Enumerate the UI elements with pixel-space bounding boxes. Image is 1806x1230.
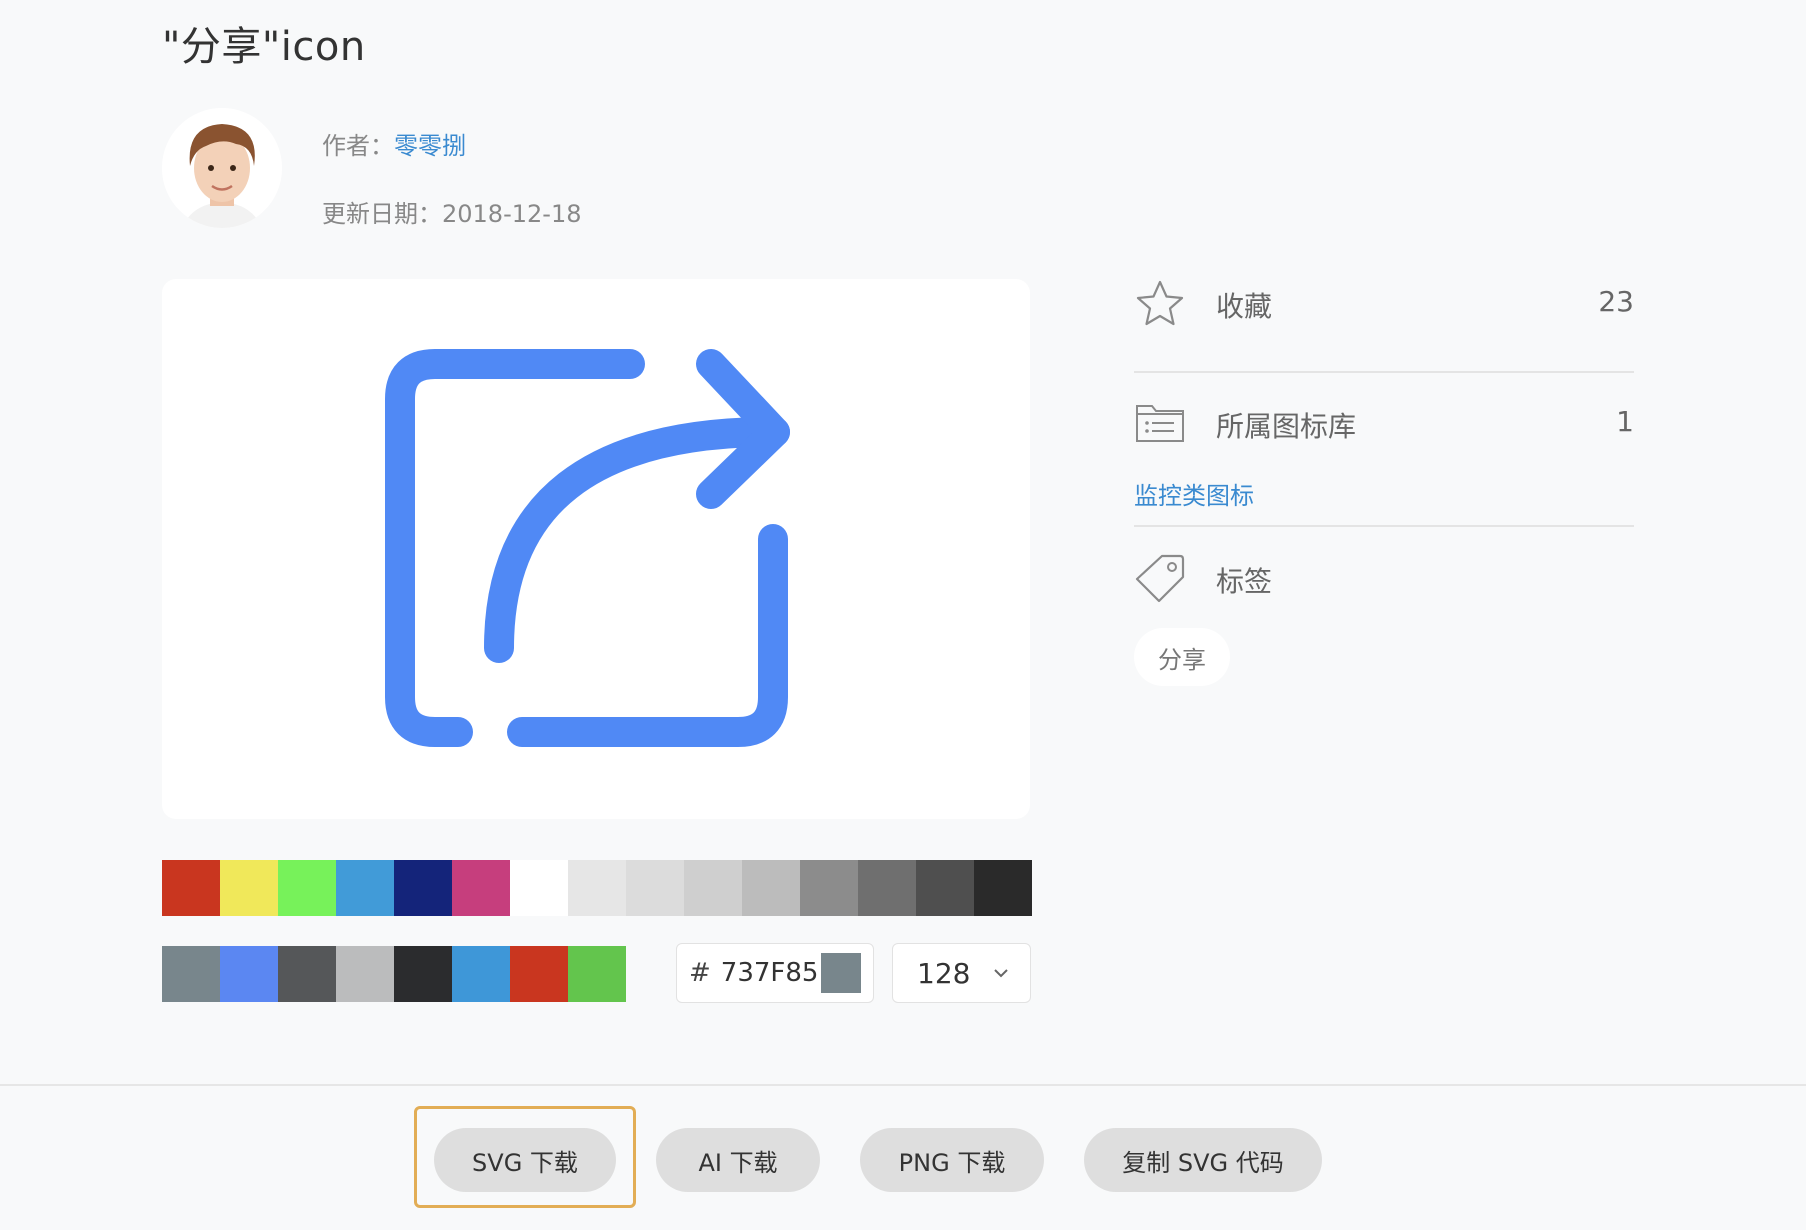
folder-list-icon bbox=[1134, 398, 1186, 446]
author-link[interactable]: 零零捌 bbox=[394, 132, 466, 160]
color-swatch[interactable] bbox=[800, 860, 858, 916]
library-label: 所属图标库 bbox=[1216, 410, 1357, 443]
color-hex-input[interactable]: # 737F85 bbox=[676, 943, 874, 1003]
avatar-image bbox=[162, 108, 282, 228]
size-value: 128 bbox=[917, 956, 971, 990]
favorite-count: 23 bbox=[1598, 285, 1634, 318]
color-swatch[interactable] bbox=[220, 946, 278, 1002]
color-swatch[interactable] bbox=[162, 946, 220, 1002]
color-swatch[interactable] bbox=[452, 860, 510, 916]
updated-date: 2018-12-18 bbox=[442, 200, 582, 228]
ai-download-button[interactable]: AI 下载 bbox=[656, 1128, 820, 1192]
color-swatch[interactable] bbox=[278, 860, 336, 916]
share-icon bbox=[385, 349, 790, 747]
tags-label: 标签 bbox=[1216, 565, 1273, 598]
library-count: 1 bbox=[1616, 405, 1634, 438]
color-swatch[interactable] bbox=[394, 860, 452, 916]
author-avatar[interactable] bbox=[162, 108, 282, 228]
tag-chip[interactable]: 分享 bbox=[1134, 628, 1230, 686]
color-swatch[interactable] bbox=[568, 860, 626, 916]
color-swatch[interactable] bbox=[974, 860, 1032, 916]
color-swatch[interactable] bbox=[568, 946, 626, 1002]
color-swatch[interactable] bbox=[220, 860, 278, 916]
copy-svg-code-button[interactable]: 复制 SVG 代码 bbox=[1084, 1128, 1322, 1192]
star-icon[interactable] bbox=[1134, 278, 1186, 330]
icon-preview bbox=[162, 279, 1030, 819]
divider bbox=[0, 1084, 1806, 1086]
color-swatch[interactable] bbox=[684, 860, 742, 916]
size-select[interactable]: 128 bbox=[892, 943, 1031, 1003]
divider bbox=[1134, 371, 1634, 373]
color-swatch[interactable] bbox=[858, 860, 916, 916]
color-swatch[interactable] bbox=[336, 860, 394, 916]
hex-value[interactable]: 737F85 bbox=[721, 958, 819, 988]
favorite-label[interactable]: 收藏 bbox=[1216, 285, 1272, 325]
page-title: "分享"icon bbox=[162, 24, 366, 70]
color-swatch[interactable] bbox=[394, 946, 452, 1002]
color-swatch[interactable] bbox=[510, 860, 568, 916]
color-preview-chip[interactable] bbox=[821, 953, 861, 993]
color-swatch[interactable] bbox=[626, 860, 684, 916]
color-palette-recent bbox=[162, 946, 626, 1002]
color-palette-primary bbox=[162, 860, 1032, 916]
color-swatch[interactable] bbox=[162, 860, 220, 916]
color-swatch[interactable] bbox=[452, 946, 510, 1002]
png-download-button[interactable]: PNG 下载 bbox=[860, 1128, 1044, 1192]
color-swatch[interactable] bbox=[510, 946, 568, 1002]
color-swatch[interactable] bbox=[916, 860, 974, 916]
author-label: 作者： bbox=[322, 132, 394, 160]
author-line: 作者：零零捌 bbox=[322, 126, 466, 161]
hash-symbol: # bbox=[689, 958, 711, 988]
color-swatch[interactable] bbox=[278, 946, 336, 1002]
library-link[interactable]: 监控类图标 bbox=[1134, 476, 1254, 511]
color-swatch[interactable] bbox=[336, 946, 394, 1002]
color-swatch[interactable] bbox=[742, 860, 800, 916]
svg-download-button[interactable]: SVG 下载 bbox=[434, 1128, 616, 1192]
tag-icon bbox=[1134, 552, 1186, 604]
divider bbox=[1134, 525, 1634, 527]
updated-label: 更新日期： bbox=[322, 200, 442, 228]
updated-line: 更新日期：2018-12-18 bbox=[322, 194, 581, 229]
chevron-down-icon bbox=[994, 969, 1008, 978]
